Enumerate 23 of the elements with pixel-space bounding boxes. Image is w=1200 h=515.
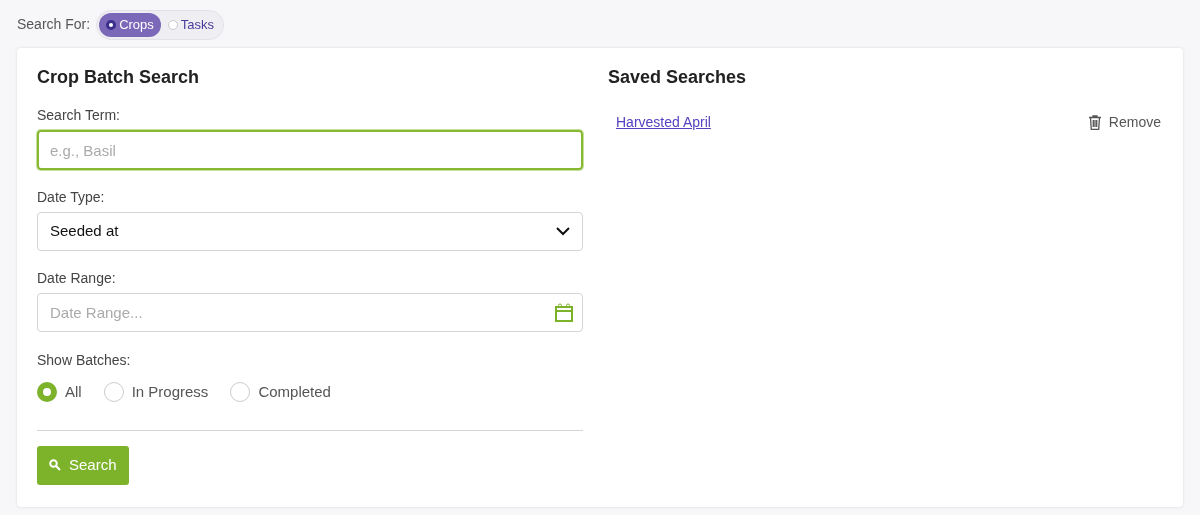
chevron-down-icon — [556, 227, 570, 236]
search-term-field[interactable]: e.g., Basil — [37, 130, 583, 170]
card-title: Crop Batch Search — [37, 66, 201, 89]
search-for-label: Search For: — [17, 15, 91, 34]
date-range-field[interactable]: Date Range... — [37, 293, 583, 332]
remove-button[interactable]: Remove — [1088, 112, 1161, 133]
radio-icon — [106, 19, 117, 30]
date-type-dropdown[interactable]: Seeded at — [37, 212, 583, 251]
radio-icon — [167, 19, 178, 30]
trash-icon — [1088, 115, 1101, 130]
batch-radio-option[interactable]: Completed — [230, 381, 331, 404]
search-icon — [49, 459, 61, 471]
search-type-option[interactable]: Tasks — [160, 12, 222, 37]
section-title: Saved Searches — [608, 66, 748, 89]
field-label: Date Type: — [37, 188, 106, 207]
search-type-option[interactable]: Crops — [99, 12, 161, 37]
field-label: Date Range: — [37, 269, 117, 288]
calendar-icon — [555, 303, 573, 322]
field-label: Show Batches: — [37, 351, 132, 370]
saved-search-link[interactable]: Harvested April — [616, 112, 711, 133]
batch-radio-option[interactable]: All — [37, 381, 82, 404]
batch-radio-option[interactable]: In Progress — [103, 381, 209, 404]
field-label: Search Term: — [37, 106, 121, 125]
